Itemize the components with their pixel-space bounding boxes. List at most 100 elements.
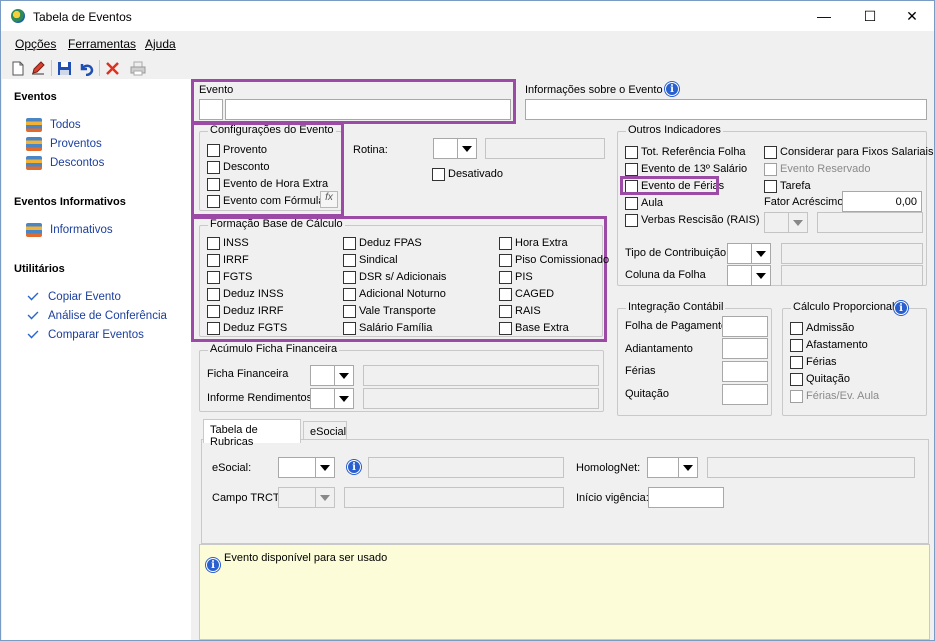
checkbox-desativado[interactable]: Desativado: [432, 167, 503, 181]
checkbox-adicional-noturno[interactable]: Adicional Noturno: [343, 287, 446, 301]
homolognet-select[interactable]: [647, 457, 698, 478]
chevron-down-icon: [339, 372, 349, 379]
checkbox-quitacao-proporcional[interactable]: Quitação: [790, 372, 850, 386]
checkbox-hora-extra[interactable]: Evento de Hora Extra: [207, 177, 328, 191]
checkbox-caged[interactable]: CAGED: [499, 287, 554, 301]
checkbox-tot-referencia[interactable]: Tot. Referência Folha: [625, 145, 746, 159]
print-icon[interactable]: [129, 59, 147, 77]
tab-tabela-rubricas[interactable]: Tabela de Rubricas: [203, 419, 301, 448]
checkbox-piso-comissionado[interactable]: Piso Comissionado: [499, 253, 609, 267]
save-disk-icon[interactable]: [55, 59, 73, 77]
formula-fx-button[interactable]: fx: [320, 191, 338, 208]
ferias-integracao-input[interactable]: [722, 361, 768, 382]
sidebar-item-informativos[interactable]: Informativos: [26, 222, 113, 238]
ficha-financeira-label: Ficha Financeira: [207, 368, 289, 380]
info-evento-icon[interactable]: i: [665, 82, 679, 96]
checkbox-hora-extra-base[interactable]: Hora Extra: [499, 236, 568, 250]
adiantamento-input[interactable]: [722, 338, 768, 359]
coluna-folha-select[interactable]: [727, 265, 771, 286]
checkbox-admissao[interactable]: Admissão: [790, 321, 854, 335]
menu-opcoes[interactable]: Opções: [15, 37, 56, 51]
evento-code-input[interactable]: [199, 99, 223, 120]
checkbox-provento[interactable]: Provento: [207, 143, 267, 157]
quitacao-integracao-input[interactable]: [722, 384, 768, 405]
rotina-select[interactable]: [433, 138, 477, 159]
checkmark-icon: [27, 327, 39, 339]
campo-trct-label: Campo TRCT:: [212, 492, 282, 504]
checkbox-sindical[interactable]: Sindical: [343, 253, 398, 267]
checkbox-label: FGTS: [223, 271, 253, 283]
checkbox-salario-familia[interactable]: Salário Família: [343, 321, 432, 335]
checkbox-aula[interactable]: Aula: [625, 196, 663, 210]
esocial-select[interactable]: [278, 457, 335, 478]
proporcional-info-icon[interactable]: i: [894, 301, 908, 315]
checkbox-deduz-irrf[interactable]: Deduz IRRF: [207, 304, 284, 318]
informe-rendimentos-select[interactable]: [310, 388, 354, 409]
info-evento-input[interactable]: [525, 99, 927, 120]
chevron-down-icon: [320, 494, 330, 501]
minimize-button[interactable]: —: [801, 1, 847, 31]
sidebar-item-todos[interactable]: Todos: [26, 117, 81, 133]
checkbox-dsr-adicionais[interactable]: DSR s/ Adicionais: [343, 270, 446, 284]
tipo-contribuicao-desc: [781, 243, 923, 264]
esocial-info-icon[interactable]: i: [347, 460, 361, 474]
outros-group-title: Outros Indicadores: [626, 124, 723, 136]
sidebar-item-label: Informativos: [50, 224, 113, 236]
sidebar-item-descontos[interactable]: Descontos: [26, 155, 104, 171]
tipo-contribuicao-select[interactable]: [727, 243, 771, 264]
sidebar-item-comparar-eventos[interactable]: Comparar Eventos: [26, 327, 144, 343]
fator-acrescimo-input[interactable]: 0,00: [842, 191, 922, 212]
checkbox-label: Aula: [641, 197, 664, 209]
title-bar: Tabela de Eventos — ☐ ✕: [1, 1, 934, 31]
new-document-icon[interactable]: [9, 59, 27, 77]
checkbox-deduz-inss[interactable]: Deduz INSS: [207, 287, 284, 301]
close-button[interactable]: ✕: [889, 1, 934, 31]
evento-name-input[interactable]: [225, 99, 511, 120]
inicio-vigencia-input[interactable]: [648, 487, 724, 508]
checkbox-inss[interactable]: INSS: [207, 236, 249, 250]
checkbox-fixos-salariais[interactable]: Considerar para Fixos Salariais: [764, 145, 933, 159]
checkbox-label: Férias/Ev. Aula: [806, 390, 880, 402]
acumulo-group-title: Acúmulo Ficha Financeira: [208, 343, 340, 355]
checkbox-formula[interactable]: Evento com Fórmula: [207, 194, 324, 208]
sidebar-item-copiar-evento[interactable]: Copiar Evento: [26, 289, 121, 305]
esocial-label: eSocial:: [212, 462, 252, 474]
sidebar: Eventos Todos Proventos Descontos Evento…: [2, 79, 191, 640]
checkbox-irrf[interactable]: IRRF: [207, 253, 249, 267]
delete-x-icon[interactable]: [103, 59, 121, 77]
checkbox-desconto[interactable]: Desconto: [207, 160, 269, 174]
checkbox-rais[interactable]: RAIS: [499, 304, 541, 318]
main-panel: Evento Informações sobre o Evento i Conf…: [191, 79, 934, 640]
sidebar-item-label: Copiar Evento: [48, 291, 121, 303]
menu-ajuda[interactable]: Ajuda: [145, 37, 176, 51]
maximize-button[interactable]: ☐: [847, 1, 893, 31]
undo-icon[interactable]: [77, 59, 95, 77]
checkbox-evento-13[interactable]: Evento de 13º Salário: [625, 162, 747, 176]
checkbox-vale-transporte[interactable]: Vale Transporte: [343, 304, 436, 318]
folha-pagamento-input[interactable]: [722, 316, 768, 337]
edit-pencil-icon[interactable]: [29, 59, 47, 77]
checkbox-deduz-fpas[interactable]: Deduz FPAS: [343, 236, 422, 250]
checkbox-tarefa[interactable]: Tarefa: [764, 179, 811, 193]
chevron-down-icon: [683, 464, 693, 471]
checkbox-label: Tot. Referência Folha: [641, 146, 746, 158]
info-evento-label: Informações sobre o Evento: [525, 84, 663, 96]
menu-ferramentas[interactable]: Ferramentas: [68, 37, 136, 51]
checkbox-fgts[interactable]: FGTS: [207, 270, 252, 284]
checkbox-deduz-fgts[interactable]: Deduz FGTS: [207, 321, 287, 335]
checkbox-label: PIS: [515, 271, 533, 283]
ficha-financeira-select[interactable]: [310, 365, 354, 386]
folha-pagamento-label: Folha de Pagamento: [625, 320, 728, 332]
sidebar-item-proventos[interactable]: Proventos: [26, 136, 102, 152]
rotina-label: Rotina:: [353, 144, 388, 156]
ficha-financeira-desc: [363, 365, 599, 386]
checkbox-verbas-rescisao[interactable]: Verbas Rescisão (RAIS): [625, 213, 760, 227]
sidebar-item-analise-conferencia[interactable]: Análise de Conferência: [26, 308, 167, 324]
checkbox-pis[interactable]: PIS: [499, 270, 533, 284]
toolbar-separator: [51, 60, 52, 76]
checkbox-ferias-proporcional[interactable]: Férias: [790, 355, 837, 369]
status-message: Evento disponível para ser usado: [224, 552, 388, 564]
checkbox-base-extra[interactable]: Base Extra: [499, 321, 569, 335]
checkbox-afastamento[interactable]: Afastamento: [790, 338, 868, 352]
informe-rendimentos-label: Informe Rendimentos: [207, 392, 313, 404]
